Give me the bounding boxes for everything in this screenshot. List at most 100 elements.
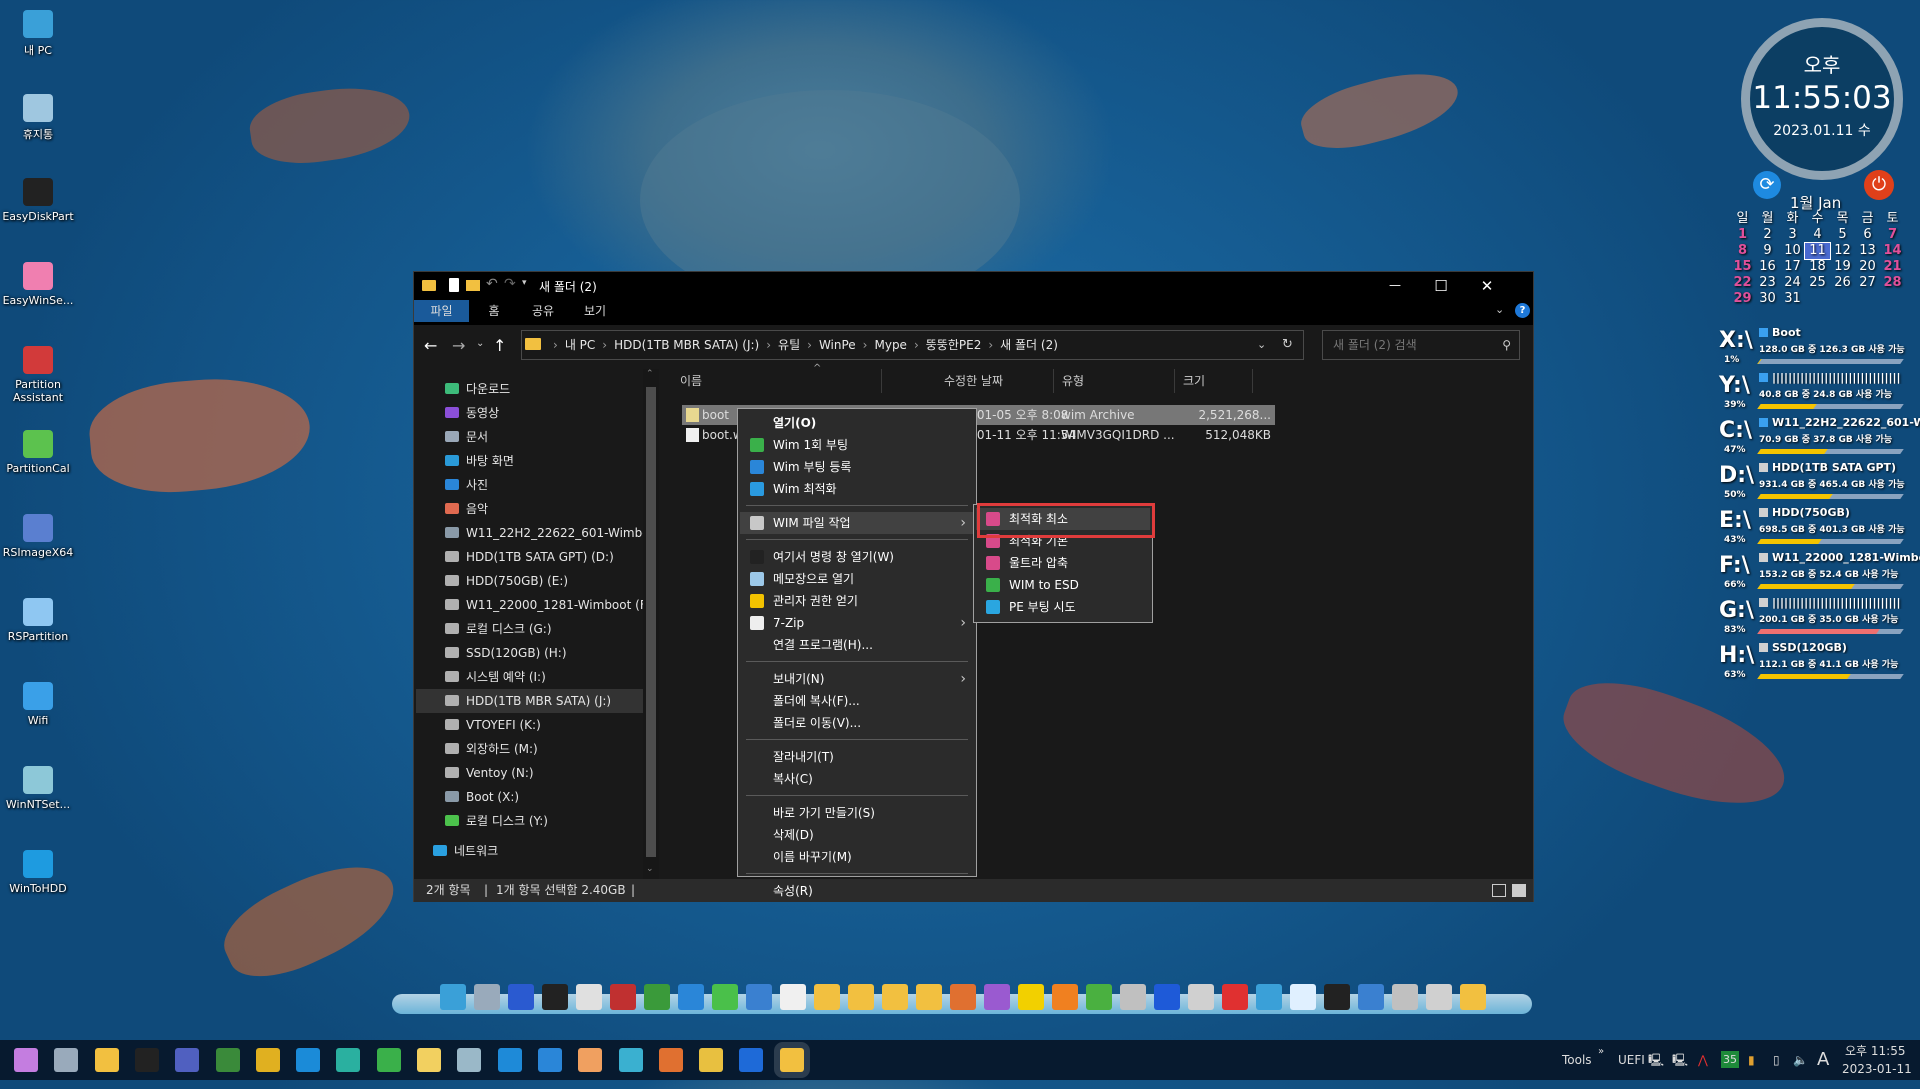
submenu-item[interactable]: 울트라 압축 — [976, 552, 1150, 574]
nav-item[interactable]: SSD(120GB) (H:) — [416, 641, 654, 665]
badge-35[interactable]: 35 — [1721, 1051, 1739, 1068]
dock-app-icon[interactable] — [508, 984, 534, 1010]
nav-item[interactable]: 로컬 디스크 (Y:) — [416, 809, 654, 833]
breadcrumb-item[interactable]: WinPe — [819, 338, 856, 352]
new-folder-icon[interactable] — [466, 280, 480, 291]
minimize-button[interactable]: — — [1372, 272, 1418, 300]
menu-item[interactable]: Wim 부팅 등록 — [740, 456, 974, 478]
desktop-icon[interactable]: Wifi — [2, 682, 74, 727]
desktop-icon[interactable]: WinNTSet... — [2, 766, 74, 811]
volume-icon[interactable]: 🔈 — [1793, 1040, 1808, 1080]
nav-item[interactable]: 음악 — [416, 497, 654, 521]
nav-item[interactable]: W11_22000_1281-Wimboot (F:) — [416, 593, 654, 617]
undo-icon[interactable]: ↶ — [486, 276, 498, 292]
breadcrumb-item[interactable]: HDD(1TB MBR SATA) (J:) — [614, 338, 759, 352]
recent-locations-button[interactable]: ⌄ — [476, 338, 484, 349]
submenu-item[interactable]: PE 부팅 시도 — [976, 596, 1150, 618]
desktop-icon[interactable]: RSImageX64 — [2, 514, 74, 559]
calendar-day[interactable]: 21 — [1880, 259, 1905, 275]
net-restore-icon[interactable] — [618, 1048, 643, 1072]
calendar-day[interactable]: 26 — [1830, 275, 1855, 291]
nav-item[interactable]: HDD(750GB) (E:) — [416, 569, 654, 593]
up-button[interactable]: ↑ — [493, 336, 506, 355]
calendar-day[interactable]: 4 — [1805, 227, 1830, 243]
calendar-day[interactable]: 18 — [1805, 259, 1830, 275]
tab-home[interactable]: 홈 — [474, 300, 514, 322]
drive-entry[interactable]: Y:\ 39% |||||||||||||||||||||||||||||||| 40… — [1712, 371, 1920, 416]
drive-entry[interactable]: G:\ 83% |||||||||||||||||||||||||||||||| 20… — [1712, 596, 1920, 641]
dock-app-icon[interactable] — [1120, 984, 1146, 1010]
back-button[interactable]: ← — [424, 336, 437, 355]
menu-item[interactable]: 복사(C) — [740, 768, 974, 790]
breadcrumb-separator[interactable]: › — [988, 338, 993, 352]
chrome-icon[interactable] — [255, 1048, 280, 1072]
refresh-icon[interactable]: ↻ — [1282, 331, 1293, 359]
details-view-button[interactable] — [1492, 884, 1506, 897]
drop-icon[interactable] — [578, 1048, 603, 1072]
calendar-day[interactable]: 5 — [1830, 227, 1855, 243]
menu-item[interactable]: WIM 파일 작업 › — [740, 512, 974, 534]
dock-app-icon[interactable] — [1052, 984, 1078, 1010]
refresh-button[interactable]: ⟳ — [1753, 171, 1781, 199]
desktop-icon[interactable]: WinToHDD — [2, 850, 74, 895]
dock-app-icon[interactable] — [542, 984, 568, 1010]
calendar-day[interactable]: 14 — [1880, 243, 1905, 259]
calendar-day[interactable]: 16 — [1755, 259, 1780, 275]
drive-entry[interactable]: F:\ 66% W11_22000_1281-Wimboot 153.2 GB 중 5… — [1712, 551, 1920, 596]
nav-item[interactable]: Boot (X:) — [416, 785, 654, 809]
photos-icon[interactable] — [537, 1048, 562, 1072]
scrollbar-thumb[interactable] — [646, 387, 656, 857]
tools-toolbar[interactable]: Tools — [1562, 1040, 1592, 1080]
app-tray-icon[interactable]: ⋀ — [1698, 1040, 1708, 1080]
calendar-day[interactable]: 6 — [1855, 227, 1880, 243]
rufus-icon[interactable] — [699, 1048, 724, 1072]
menu-item[interactable]: 바로 가기 만들기(S) — [740, 802, 974, 824]
calendar-day[interactable]: 22 — [1730, 275, 1755, 291]
calendar-day[interactable]: 25 — [1805, 275, 1830, 291]
menu-item[interactable]: Wim 최적화 — [740, 478, 974, 500]
column-name[interactable]: 이름 — [672, 369, 882, 393]
calendar-day[interactable]: 8 — [1730, 243, 1755, 259]
menu-item[interactable]: 여기서 명령 창 열기(W) — [740, 546, 974, 568]
cmd-icon[interactable] — [134, 1048, 159, 1072]
dock-app-icon[interactable] — [780, 984, 806, 1010]
column-size[interactable]: 크기 — [1175, 369, 1253, 393]
tab-file[interactable]: 파일 — [414, 300, 469, 322]
dock-app-icon[interactable] — [814, 984, 840, 1010]
cable-icon[interactable]: ▮ — [1748, 1040, 1755, 1080]
menu-item[interactable]: 보내기(N) › — [740, 668, 974, 690]
menu-item[interactable]: 열기(O) — [740, 412, 974, 434]
nav-item[interactable]: 다운로드 — [416, 377, 654, 401]
address-bar[interactable]: › 내 PC › HDD(1TB MBR SATA) (J:) › 유틸 › WinPe › My… — [521, 330, 1304, 360]
dock-app-icon[interactable] — [1392, 984, 1418, 1010]
dock-app-icon[interactable] — [1460, 984, 1486, 1010]
drive-entry[interactable]: E:\ 43% HDD(750GB) 698.5 GB 중 401.3 GB 사용 가… — [1712, 506, 1920, 551]
menu-item[interactable]: 메모장으로 열기 — [740, 568, 974, 590]
menu-item[interactable]: 폴더로 이동(V)... — [740, 712, 974, 734]
breadcrumb-item[interactable]: Mype — [874, 338, 906, 352]
app-install-icon[interactable] — [376, 1048, 401, 1072]
dock-app-icon[interactable] — [474, 984, 500, 1010]
breadcrumb-separator[interactable]: › — [553, 338, 558, 352]
dock-app-icon[interactable] — [916, 984, 942, 1010]
dock-app-icon[interactable] — [576, 984, 602, 1010]
dock-app-icon[interactable] — [644, 984, 670, 1010]
calendar-day[interactable]: 28 — [1880, 275, 1905, 291]
ime-indicator[interactable]: A — [1817, 1040, 1829, 1080]
search-icon[interactable] — [54, 1048, 79, 1072]
nav-item[interactable]: HDD(1TB MBR SATA) (J:) — [416, 689, 654, 713]
calendar-day[interactable]: 29 — [1730, 291, 1755, 307]
tray-date[interactable]: 2023-01-11 — [1842, 1049, 1912, 1089]
toolbar-expand-icon[interactable]: » — [1598, 1032, 1604, 1072]
nav-item[interactable]: HDD(1TB SATA GPT) (D:) — [416, 545, 654, 569]
calendar-day[interactable]: 2 — [1755, 227, 1780, 243]
edge-icon[interactable] — [296, 1048, 321, 1072]
dock-app-icon[interactable] — [746, 984, 772, 1010]
dock-app-icon[interactable] — [882, 984, 908, 1010]
desktop-icon[interactable]: Partition Assistant — [2, 346, 74, 404]
calendar-day[interactable]: 31 — [1780, 291, 1805, 307]
calendar-day[interactable]: 27 — [1855, 275, 1880, 291]
nav-item[interactable]: 시스템 예약 (I:) — [416, 665, 654, 689]
file-explorer-icon[interactable] — [94, 1048, 119, 1072]
forward-button[interactable]: → — [452, 336, 465, 355]
